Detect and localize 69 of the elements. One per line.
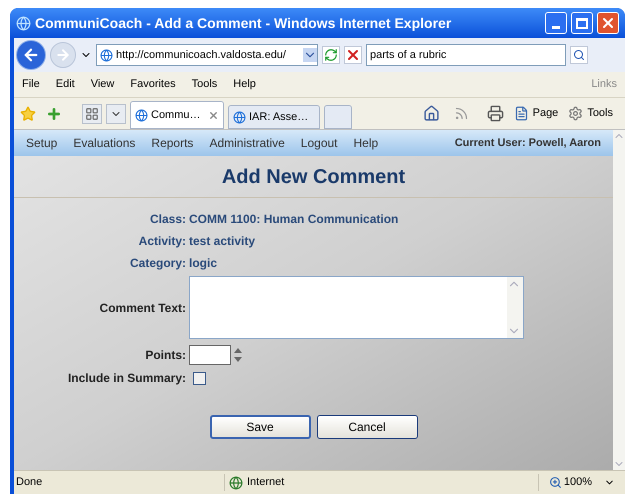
quick-tabs-icon[interactable] bbox=[82, 104, 102, 124]
current-user: Current User: Powell, Aaron bbox=[454, 136, 601, 151]
cancel-button[interactable]: Cancel bbox=[316, 415, 418, 439]
menu-item[interactable]: Help bbox=[233, 76, 256, 93]
browser-tab[interactable]: Commu… bbox=[130, 101, 224, 129]
maximize-button[interactable] bbox=[571, 12, 593, 34]
zoom-level[interactable]: 100% bbox=[564, 474, 592, 491]
page-icon bbox=[135, 108, 148, 122]
search-icon[interactable] bbox=[570, 46, 588, 64]
scrollbar[interactable] bbox=[507, 277, 523, 338]
save-button[interactable]: Save bbox=[210, 415, 310, 439]
page-icon bbox=[100, 48, 113, 62]
field-label: Include in Summary: bbox=[66, 370, 186, 387]
search-field[interactable]: parts of a rubric bbox=[366, 44, 566, 66]
page-icon bbox=[233, 110, 246, 124]
close-icon bbox=[600, 15, 616, 31]
page-scrollbar[interactable] bbox=[613, 130, 625, 470]
tab-list-icon[interactable] bbox=[106, 104, 126, 124]
menu-item[interactable]: Favorites bbox=[130, 76, 176, 93]
back-button[interactable] bbox=[16, 40, 46, 70]
nav-link[interactable]: Evaluations bbox=[73, 134, 136, 152]
browser-logo-icon bbox=[16, 16, 31, 30]
field-label: Points: bbox=[144, 347, 186, 364]
detail-value: COMM 1100: Human Communication bbox=[189, 211, 400, 228]
page-menu-icon bbox=[514, 106, 529, 121]
close-tab-icon[interactable] bbox=[208, 110, 219, 120]
page-heading: Add New Comment bbox=[222, 164, 406, 190]
feeds-icon[interactable] bbox=[454, 106, 469, 121]
detail-label: Activity: bbox=[138, 233, 186, 250]
points-field[interactable] bbox=[189, 345, 231, 365]
print-icon[interactable] bbox=[486, 105, 504, 122]
menu-item[interactable]: View bbox=[90, 76, 114, 93]
browser-tab[interactable]: IAR: Asse… bbox=[228, 105, 320, 129]
zoom-icon[interactable] bbox=[548, 476, 562, 489]
zone-label: Internet bbox=[247, 475, 284, 490]
page-menu[interactable]: Page bbox=[532, 105, 558, 122]
nav-link[interactable]: Logout bbox=[300, 134, 338, 152]
status-text: Done bbox=[15, 475, 44, 490]
detail-value: test activity bbox=[189, 233, 256, 250]
comment-field[interactable] bbox=[189, 276, 524, 339]
menu-item[interactable]: Tools bbox=[192, 76, 218, 93]
detail-value: logic bbox=[189, 255, 218, 272]
forward-arrow-icon bbox=[55, 47, 71, 63]
minimize-button[interactable] bbox=[545, 12, 567, 34]
tools-menu[interactable]: Tools bbox=[587, 105, 613, 122]
summary-checkbox[interactable] bbox=[193, 372, 206, 384]
nav-link[interactable]: Setup bbox=[26, 134, 58, 152]
favorites-star-icon[interactable] bbox=[20, 106, 36, 122]
menu-item[interactable]: Edit bbox=[56, 76, 75, 93]
add-favorite-icon[interactable] bbox=[46, 106, 62, 122]
globe-icon bbox=[229, 476, 243, 490]
window-title: CommuniCoach - Add a Comment - Windows Internet Explorer bbox=[35, 14, 452, 33]
close-button[interactable] bbox=[597, 12, 619, 34]
stop-icon[interactable] bbox=[344, 46, 362, 64]
refresh-icon[interactable] bbox=[322, 46, 340, 64]
nav-link[interactable]: Reports bbox=[151, 134, 194, 152]
home-icon[interactable] bbox=[422, 105, 440, 122]
address-text: http://communicoach.valdosta.edu/ bbox=[116, 48, 287, 63]
nav-link[interactable]: Help bbox=[354, 134, 378, 152]
detail-label: Class: bbox=[148, 211, 186, 228]
address-field[interactable]: http://communicoach.valdosta.edu/ bbox=[96, 44, 318, 66]
gear-icon bbox=[568, 106, 584, 121]
menu-item[interactable]: File bbox=[22, 76, 40, 93]
field-label: Comment Text: bbox=[98, 300, 186, 316]
address-dropdown-icon[interactable] bbox=[303, 48, 317, 62]
spinner-icon[interactable] bbox=[234, 347, 242, 363]
search-text: parts of a rubric bbox=[370, 48, 446, 63]
nav-link[interactable]: Administrative bbox=[209, 134, 285, 152]
detail-label: Category: bbox=[128, 255, 186, 272]
